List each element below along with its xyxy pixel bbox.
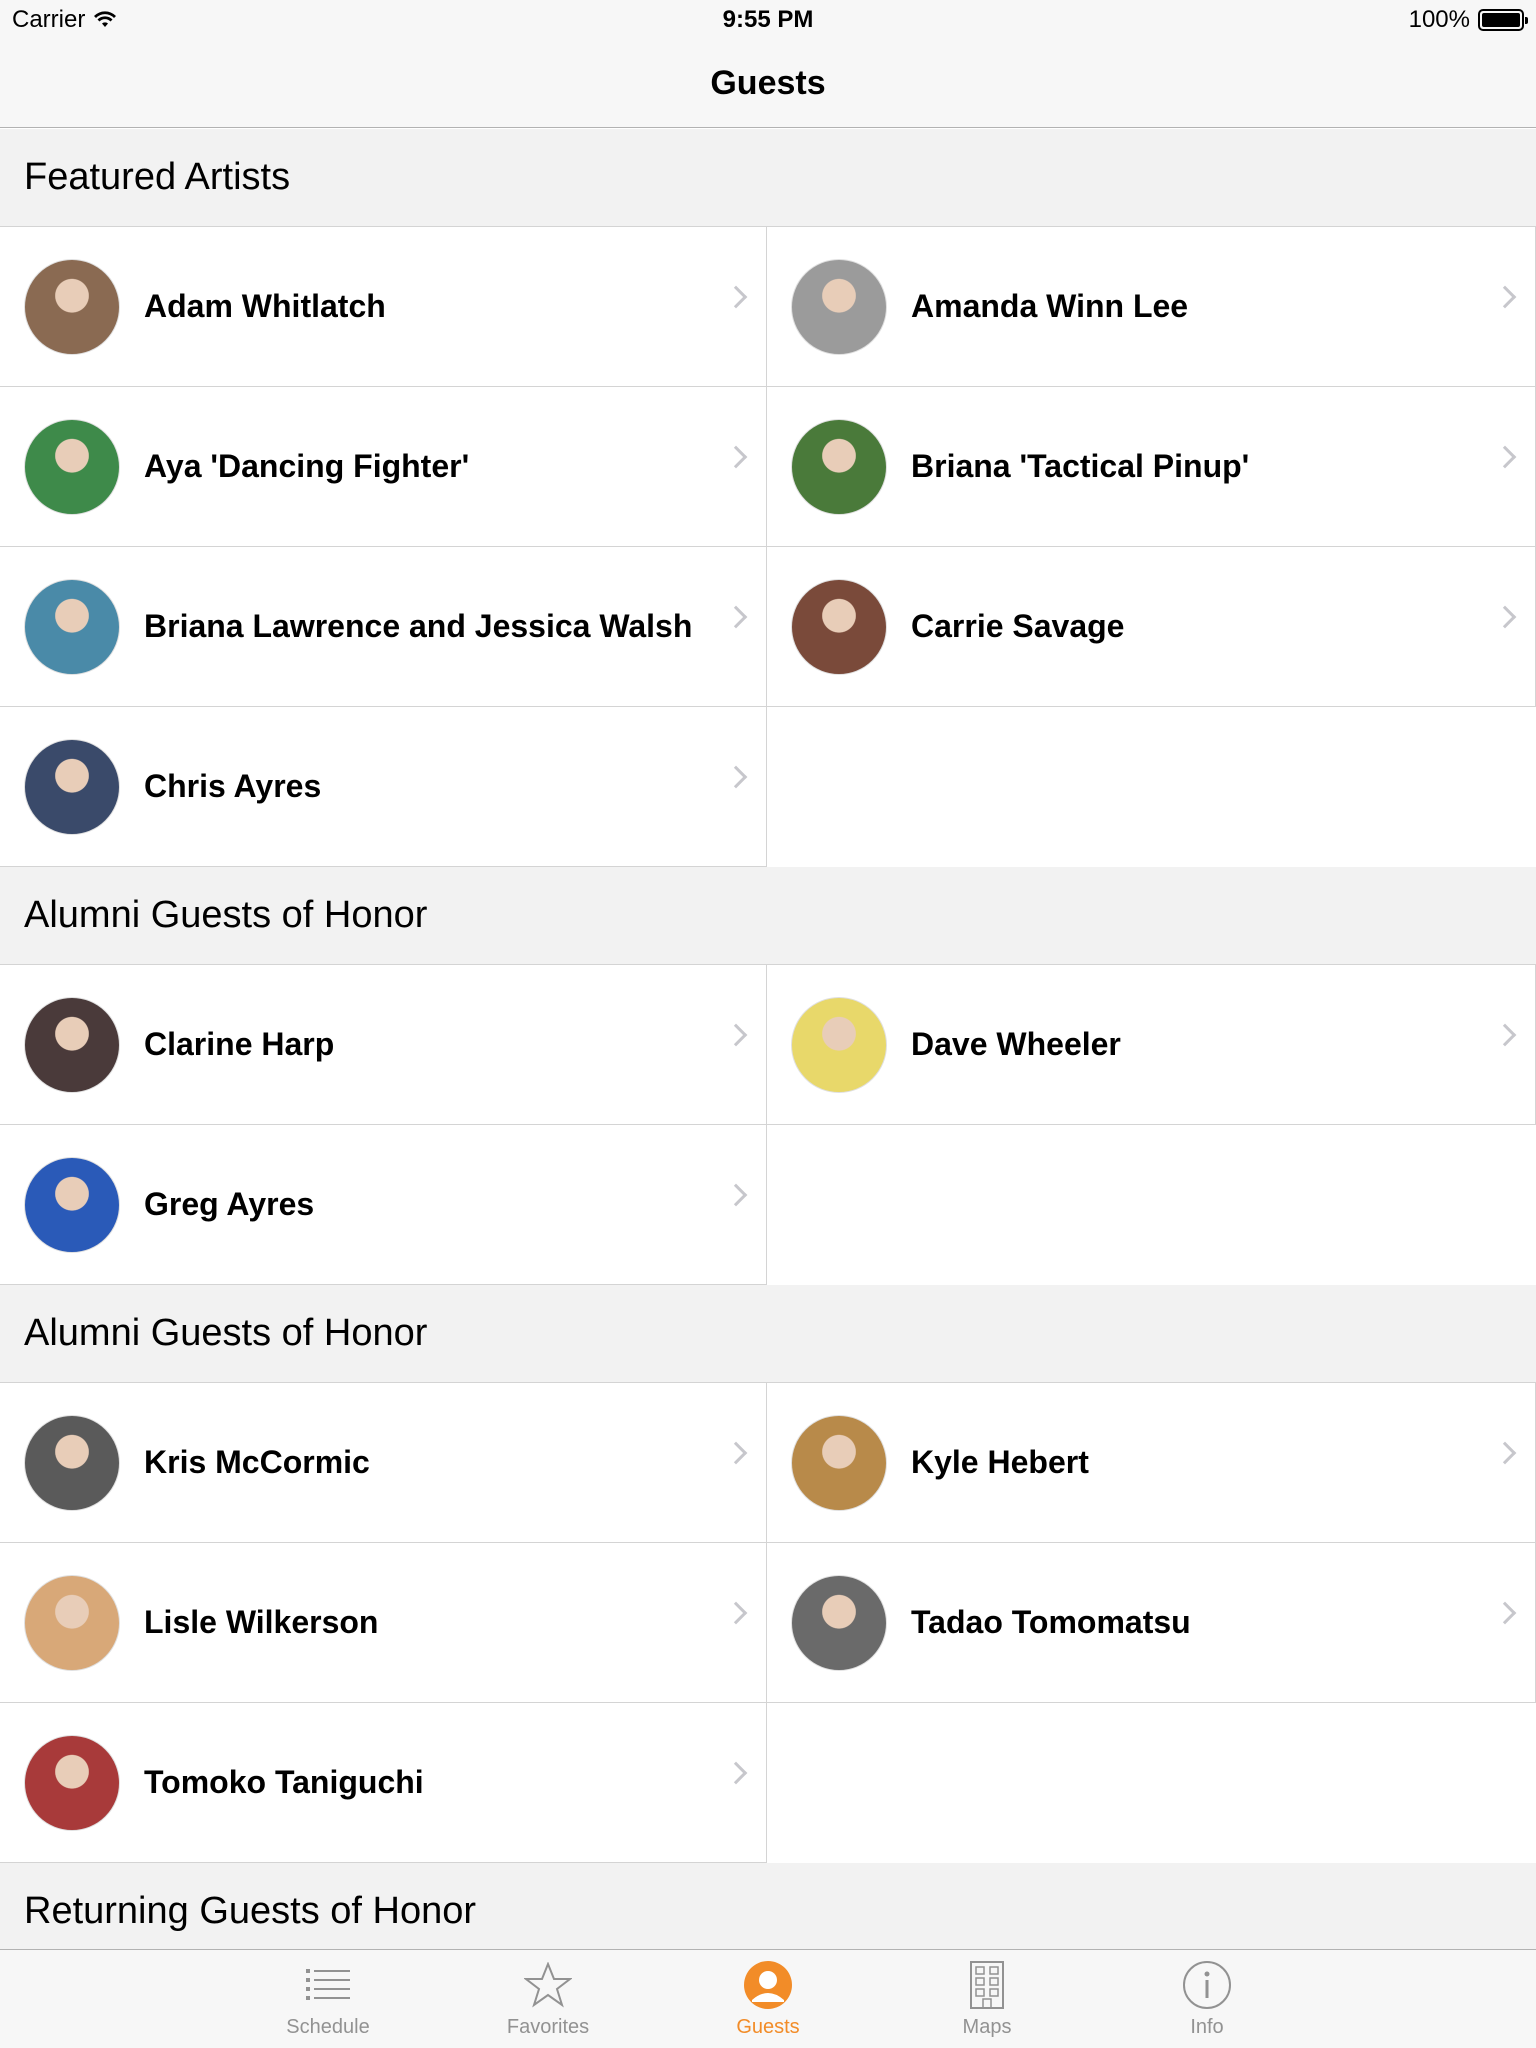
section-header: Alumni Guests of Honor	[0, 1285, 1536, 1383]
guest-grid: Clarine Harp Dave Wheeler Greg Ayres	[0, 965, 1536, 1285]
guest-name: Kyle Hebert	[911, 1444, 1089, 1480]
tab-info[interactable]: Info	[1127, 1950, 1287, 2048]
empty-cell	[767, 1125, 1536, 1285]
guest-grid: Adam Whitlatch Amanda Winn Lee Aya 'Dancin…	[0, 227, 1536, 867]
tab-label: Info	[1190, 2016, 1224, 2038]
guest-cell[interactable]: Dave Wheeler	[767, 965, 1536, 1125]
page-title: Guests	[710, 64, 826, 102]
guest-avatar	[24, 258, 120, 355]
tab-label: Guests	[736, 2016, 800, 2038]
list-icon	[303, 1960, 353, 2010]
guest-grid: Kris McCormic Kyle Hebert Lisle Wilkerson T…	[0, 1383, 1536, 1863]
guest-cell[interactable]: Chris Ayres	[0, 707, 767, 867]
section-header: Alumni Guests of Honor	[0, 867, 1536, 965]
tab-bar: Schedule Favorites Guests Maps Info	[0, 1949, 1536, 2048]
guest-name: Carrie Savage	[911, 608, 1125, 644]
guest-avatar	[791, 1414, 887, 1511]
guest-avatar	[24, 1156, 120, 1253]
guest-name: Clarine Harp	[144, 1026, 335, 1062]
guest-cell[interactable]: Tomoko Taniguchi	[0, 1703, 767, 1863]
guest-name: Lisle Wilkerson	[144, 1604, 379, 1640]
guest-list[interactable]: Featured Artists Adam Whitlatch Amanda Win…	[0, 129, 1536, 1949]
guest-avatar	[24, 1574, 120, 1671]
guest-cell[interactable]: Aya 'Dancing Fighter'	[0, 387, 767, 547]
guest-avatar	[791, 418, 887, 515]
guest-cell[interactable]: Kris McCormic	[0, 1383, 767, 1543]
tab-guests[interactable]: Guests	[688, 1950, 848, 2048]
section-header: Featured Artists	[0, 129, 1536, 227]
guest-cell[interactable]: Adam Whitlatch	[0, 227, 767, 387]
status-bar: Carrier 9:55 PM 100%	[0, 0, 1536, 40]
star-icon	[523, 1960, 573, 2010]
guest-cell[interactable]: Amanda Winn Lee	[767, 227, 1536, 387]
guest-name: Tomoko Taniguchi	[144, 1764, 424, 1800]
guest-name: Adam Whitlatch	[144, 288, 386, 324]
guest-cell[interactable]: Lisle Wilkerson	[0, 1543, 767, 1703]
tab-label: Maps	[962, 2016, 1012, 2038]
building-icon	[962, 1960, 1012, 2010]
person-icon	[743, 1960, 793, 2010]
tab-favorites[interactable]: Favorites	[468, 1950, 628, 2048]
guest-avatar	[24, 738, 120, 835]
guest-avatar	[791, 258, 887, 355]
guest-avatar	[24, 418, 120, 515]
tab-schedule[interactable]: Schedule	[248, 1950, 408, 2048]
guest-name: Greg Ayres	[144, 1186, 315, 1222]
tab-maps[interactable]: Maps	[907, 1950, 1067, 2048]
battery-percent: 100%	[1408, 6, 1470, 33]
guest-cell[interactable]: Greg Ayres	[0, 1125, 767, 1285]
guest-avatar	[791, 996, 887, 1093]
guest-avatar	[24, 1414, 120, 1511]
guest-cell[interactable]: Briana Lawrence and Jessica Walsh	[0, 547, 767, 707]
guest-cell[interactable]: Tadao Tomomatsu	[767, 1543, 1536, 1703]
tab-label: Schedule	[286, 2016, 370, 2038]
info-icon	[1182, 1960, 1232, 2010]
guest-name: Kris McCormic	[144, 1444, 370, 1480]
guest-avatar	[24, 578, 120, 675]
guest-cell[interactable]: Clarine Harp	[0, 965, 767, 1125]
guest-cell[interactable]: Kyle Hebert	[767, 1383, 1536, 1543]
guest-name: Tadao Tomomatsu	[911, 1604, 1191, 1640]
empty-cell	[767, 707, 1536, 867]
guest-avatar	[24, 1734, 120, 1831]
guest-name: Briana 'Tactical Pinup'	[911, 448, 1250, 484]
battery-indicator: 100%	[1408, 6, 1528, 34]
navigation-bar: Guests	[0, 40, 1536, 128]
empty-cell	[767, 1703, 1536, 1863]
section-header: Returning Guests of Honor	[0, 1863, 1536, 1949]
guest-name: Aya 'Dancing Fighter'	[144, 448, 470, 484]
guest-avatar	[791, 578, 887, 675]
status-time: 9:55 PM	[722, 6, 814, 33]
battery-icon	[1478, 9, 1528, 31]
tab-label: Favorites	[506, 2016, 590, 2038]
guest-cell[interactable]: Carrie Savage	[767, 547, 1536, 707]
guest-name: Amanda Winn Lee	[911, 288, 1189, 324]
guest-avatar	[791, 1574, 887, 1671]
guest-name: Briana Lawrence and Jessica Walsh	[144, 608, 693, 644]
guest-avatar	[24, 996, 120, 1093]
guest-name: Chris Ayres	[144, 768, 322, 804]
guest-name: Dave Wheeler	[911, 1026, 1121, 1062]
guest-cell[interactable]: Briana 'Tactical Pinup'	[767, 387, 1536, 547]
